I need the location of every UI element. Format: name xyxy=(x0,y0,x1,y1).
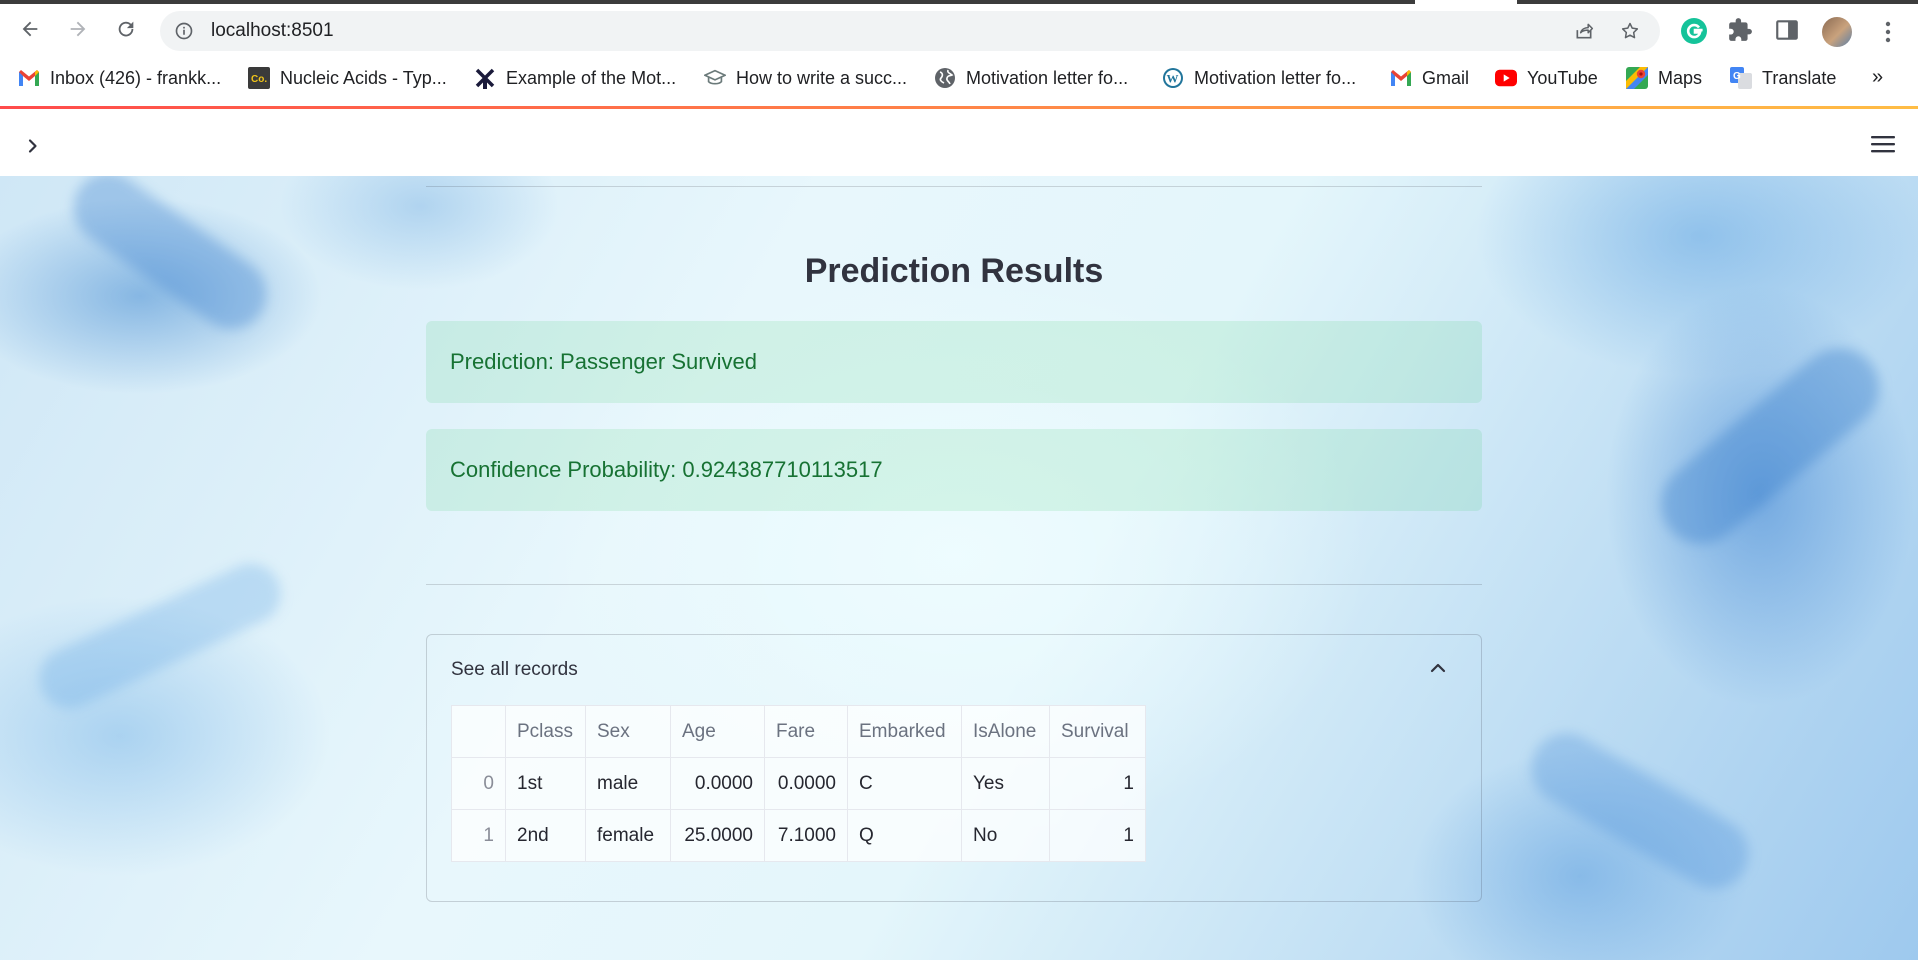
table-cell-pclass[interactable]: 1st xyxy=(505,757,586,810)
table-row: 1 2nd female 25.0000 7.1000 Q No 1 xyxy=(451,809,1146,862)
kebab-menu-icon[interactable] xyxy=(1876,18,1900,46)
co-icon: Co. xyxy=(248,67,270,89)
profile-avatar[interactable] xyxy=(1822,17,1852,47)
svg-text:W: W xyxy=(1167,72,1179,86)
bookmark-label: Gmail xyxy=(1422,67,1470,88)
side-panel-icon[interactable] xyxy=(1774,17,1800,43)
row-index-cell[interactable]: 0 xyxy=(451,757,506,810)
reload-icon xyxy=(118,21,134,37)
bookmark-item[interactable]: G Translate xyxy=(1730,64,1836,92)
back-button[interactable] xyxy=(14,13,46,45)
bookmark-label: YouTube xyxy=(1527,67,1598,88)
column-header-sex[interactable]: Sex xyxy=(585,705,671,758)
bookmark-item[interactable]: YouTube xyxy=(1495,64,1598,92)
app-header xyxy=(0,109,1918,176)
records-expander: See all records Pclass Sex Age Fare Emba… xyxy=(426,634,1482,902)
grammarly-icon[interactable] xyxy=(1680,17,1708,45)
bookmark-item[interactable]: Gmail xyxy=(1390,64,1469,92)
main-menu-button[interactable] xyxy=(1866,129,1900,159)
translate-icon: G xyxy=(1730,67,1752,89)
globe-icon xyxy=(934,67,956,89)
url-text[interactable]: localhost:8501 xyxy=(211,11,334,51)
page-title: Prediction Results xyxy=(804,252,1104,290)
bookmark-label: How to write a succ... xyxy=(736,67,908,88)
hamburger-menu-icon xyxy=(1871,136,1895,153)
bookmark-item[interactable]: How to write a succ... xyxy=(704,64,907,92)
chevron-right-icon xyxy=(28,139,37,153)
confidence-success-alert: Confidence Probability: 0.92438771011351… xyxy=(426,429,1482,511)
arrow-left-icon xyxy=(22,21,38,37)
share-icon[interactable] xyxy=(1573,21,1595,41)
records-table[interactable]: Pclass Sex Age Fare Embarked IsAlone Sur… xyxy=(451,705,1146,862)
table-cell-embarked[interactable]: Q xyxy=(847,809,962,862)
column-header-index[interactable] xyxy=(451,705,506,758)
bookmark-label: Inbox (426) - frankk... xyxy=(50,67,222,88)
graduation-cap-icon xyxy=(704,67,726,89)
info-icon[interactable] xyxy=(174,21,194,41)
column-header-survival[interactable]: Survival xyxy=(1049,705,1146,758)
table-header-row: Pclass Sex Age Fare Embarked IsAlone Sur… xyxy=(451,705,1146,758)
maps-icon xyxy=(1626,67,1648,89)
table-cell-sex[interactable]: female xyxy=(585,809,671,862)
table-row: 0 1st male 0.0000 0.0000 C Yes 1 xyxy=(451,757,1146,810)
bookmark-item[interactable]: Maps xyxy=(1626,64,1702,92)
divider xyxy=(426,186,1482,187)
table-cell-fare[interactable]: 0.0000 xyxy=(764,757,848,810)
star-icon[interactable] xyxy=(1619,21,1641,41)
sidebar-expand-button[interactable] xyxy=(18,131,48,161)
table-cell-survival[interactable]: 1 xyxy=(1049,757,1146,810)
gmail-icon xyxy=(1390,67,1412,89)
main-content: Prediction Results Prediction: Passenger… xyxy=(0,176,1918,960)
column-header-age[interactable]: Age xyxy=(670,705,765,758)
reload-button[interactable] xyxy=(110,13,142,45)
table-cell-embarked[interactable]: C xyxy=(847,757,962,810)
table-cell-pclass[interactable]: 2nd xyxy=(505,809,586,862)
bookmark-label: Nucleic Acids - Typ... xyxy=(280,67,447,88)
column-header-embarked[interactable]: Embarked xyxy=(847,705,962,758)
column-header-isalone[interactable]: IsAlone xyxy=(961,705,1050,758)
puzzle-icon[interactable] xyxy=(1727,17,1753,43)
bookmark-label: Motivation letter fo... xyxy=(966,67,1129,88)
bookmark-item[interactable]: W Motivation letter fo... xyxy=(1162,64,1356,92)
bookmark-item[interactable]: Example of the Mot... xyxy=(474,64,676,92)
table-cell-age[interactable]: 25.0000 xyxy=(670,809,765,862)
table-cell-fare[interactable]: 7.1000 xyxy=(764,809,848,862)
chevron-up-icon[interactable] xyxy=(1428,658,1448,678)
forward-button[interactable] xyxy=(62,13,94,45)
browser-chrome: localhost:8501 Inbox (426) - frankk... C… xyxy=(0,0,1918,108)
arrow-right-icon xyxy=(70,21,86,37)
svg-text:G: G xyxy=(1733,71,1741,82)
address-bar[interactable]: localhost:8501 xyxy=(160,11,1660,51)
browser-toolbar: localhost:8501 xyxy=(0,4,1918,58)
row-index-cell[interactable]: 1 xyxy=(451,809,506,862)
svg-text:Co.: Co. xyxy=(251,74,267,85)
bookmark-item[interactable]: Co. Nucleic Acids - Typ... xyxy=(248,64,447,92)
youtube-icon xyxy=(1495,67,1517,89)
bookmark-label: Maps xyxy=(1658,67,1703,88)
table-cell-sex[interactable]: male xyxy=(585,757,671,810)
table-cell-isalone[interactable]: Yes xyxy=(961,757,1050,810)
bookmark-item[interactable]: Inbox (426) - frankk... xyxy=(18,64,221,92)
table-cell-isalone[interactable]: No xyxy=(961,809,1050,862)
column-header-pclass[interactable]: Pclass xyxy=(505,705,586,758)
bookmark-label: Translate xyxy=(1762,67,1837,88)
column-header-fare[interactable]: Fare xyxy=(764,705,848,758)
gmail-icon xyxy=(18,67,40,89)
bookmark-item[interactable]: Motivation letter fo... xyxy=(934,64,1128,92)
expander-label: See all records xyxy=(451,659,578,680)
wordpress-icon: W xyxy=(1162,67,1184,89)
table-cell-survival[interactable]: 1 xyxy=(1049,809,1146,862)
windmill-icon xyxy=(474,67,496,89)
bookmark-label: Motivation letter fo... xyxy=(1194,67,1357,88)
bookmarks-bar: Inbox (426) - frankk... Co. Nucleic Acid… xyxy=(0,58,1918,98)
bookmarks-overflow-button[interactable]: » xyxy=(1872,66,1883,89)
table-cell-age[interactable]: 0.0000 xyxy=(670,757,765,810)
expander-header[interactable]: See all records xyxy=(427,635,1481,705)
bookmark-label: Example of the Mot... xyxy=(506,67,677,88)
prediction-success-alert: Prediction: Passenger Survived xyxy=(426,321,1482,403)
divider xyxy=(426,584,1482,585)
